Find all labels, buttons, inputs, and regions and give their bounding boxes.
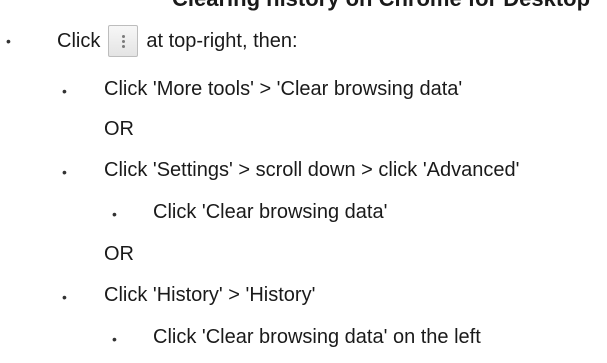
bullet-marker: • (62, 83, 67, 99)
bullet-marker: • (62, 164, 67, 180)
or-separator: OR (104, 243, 134, 265)
bullet-marker: • (62, 289, 67, 305)
or-separator: OR (104, 118, 134, 140)
kebab-menu-icon (108, 25, 139, 57)
section-heading: Clearing history on Chrome for Desktop (172, 0, 590, 12)
bullet-marker: • (6, 33, 11, 49)
option-more-tools: Click 'More tools' > 'Clear browsing dat… (104, 78, 463, 100)
intro-click-text: Click (57, 30, 101, 52)
intro-after-text: at top-right, then: (146, 30, 298, 52)
option-history-substep: Click 'Clear browsing data' on the left (153, 326, 481, 348)
option-history: Click 'History' > 'History' (104, 284, 316, 306)
bullet-marker: • (112, 331, 117, 347)
intro-line: Click at top-right, then: (57, 25, 298, 57)
option-settings-substep: Click 'Clear browsing data' (153, 201, 388, 223)
option-settings: Click 'Settings' > scroll down > click '… (104, 159, 520, 181)
bullet-marker: • (112, 206, 117, 222)
